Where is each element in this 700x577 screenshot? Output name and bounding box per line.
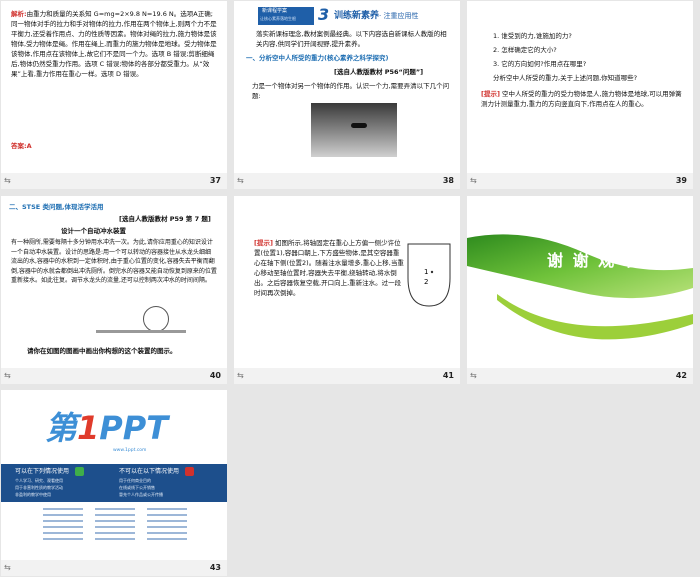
banner-title: 训练新素养: [334, 11, 380, 21]
slide-number: 37: [209, 176, 221, 185]
slide-animation-icon: ⇆: [470, 176, 477, 185]
slide-footer-43: ⇆ 43: [1, 560, 227, 576]
link-list-left: [43, 508, 83, 552]
slide-animation-icon: ⇆: [4, 371, 11, 380]
slide38-section: 一、分析空中人所受的重力(核心素养之科学探究): [246, 54, 389, 62]
check-icon: [75, 467, 85, 476]
can-item: 非盈利的教学中使用: [15, 492, 51, 497]
label-2: 2: [424, 278, 428, 286]
slide-thumb-40[interactable]: 二、STSE 类问题,体现活学活用 [选自人教版教材 P59 第 7 题] 设计…: [1, 196, 227, 384]
slide39-prompt: 分析空中人所受的重力,关于上述问题,你知道哪些?: [493, 74, 638, 82]
answer-value: A: [26, 142, 32, 150]
slide38-source: [选自人教版教材 P56“问题”]: [334, 68, 424, 76]
slide-animation-icon: ⇆: [470, 371, 477, 380]
logo-ppt: PPT: [99, 409, 169, 447]
thanks-text: 谢 谢 观 看: [547, 251, 642, 270]
link-list-right: [147, 508, 187, 552]
slide-thumb-39[interactable]: 1. 谁受到的力,谁施加的力? 2. 怎样确定它的大小? 3. 它的方向如何?作…: [467, 1, 693, 189]
banner-number: 3: [318, 5, 330, 24]
slide40-title: 设计一个自动冲水装置: [61, 227, 126, 235]
slide-number: 39: [675, 176, 687, 185]
skydiver-figure: [351, 123, 367, 128]
slide39-item-1: 1. 谁受到的力,谁施加的力?: [493, 32, 572, 40]
usage-panel: 可以在下列情况使用 个人学习、研究、观看使用 用于非营利性质的教学活动 非盈利的…: [1, 464, 227, 502]
slide-footer-42: ⇆ 42: [467, 368, 693, 384]
logo-di: 第: [45, 409, 78, 447]
slide-footer-40: ⇆ 40: [1, 368, 227, 384]
tip-label: [提示]: [254, 239, 273, 247]
jiexi-label: 解析:: [11, 10, 27, 18]
slide-number: 43: [209, 563, 221, 572]
slide-thumb-37[interactable]: 解析:由重力和质量的关系知 G=mg=2×9.8 N=19.6 N。选项A正确;…: [1, 1, 227, 189]
cannot-title: 不可以在以下情况使用: [119, 468, 180, 475]
slide38-question: 力是一个物体对另一个物体的作用。认识一个力,需要弄清以下几个问题:: [252, 82, 450, 100]
logo-one: 1: [77, 409, 100, 447]
banner-tag: 新课程学案 让核心素养落地生根: [258, 7, 314, 25]
cannot-item: 冒充个人作品或公开传播: [119, 492, 163, 497]
slide40-section: 二、STSE 类问题,体现活学活用: [9, 203, 104, 211]
slide-animation-icon: ⇆: [237, 371, 244, 380]
slide-footer-37: ⇆ 37: [1, 173, 227, 189]
slide39-answer: 空中人所受的重力的受力物体是人,施力物体是地球,可以用弹簧测力计测量重力,重力的…: [481, 90, 682, 108]
logo-1ppt: 第1PPT: [45, 410, 168, 446]
green-swoosh: [467, 234, 693, 340]
can-item: 用于非营利性质的教学活动: [15, 485, 63, 490]
tip-label: [提示]: [481, 90, 500, 98]
banner-tail: · 注重应用性: [379, 12, 419, 20]
slide-animation-icon: ⇆: [4, 176, 11, 185]
slide-number: 42: [675, 371, 687, 380]
link-list-middle: [95, 508, 135, 552]
can-item: 个人学习、研究、观看使用: [15, 478, 63, 483]
logo-url: www.1ppt.com: [113, 448, 147, 453]
container-diagram: 1 2: [407, 243, 451, 307]
slide-thumb-43[interactable]: 第1PPT www.1ppt.com 可以在下列情况使用 个人学习、研究、观看使…: [1, 390, 227, 576]
section-banner: 新课程学案 让核心素养落地生根 3 训练新素养· 注重应用性: [258, 5, 438, 27]
label-1: 1: [424, 268, 428, 276]
slide-thumb-38[interactable]: 新课程学案 让核心素养落地生根 3 训练新素养· 注重应用性 落实新课标理念,教…: [234, 1, 460, 189]
slide-animation-icon: ⇆: [4, 563, 11, 572]
cannot-item: 用于任何商业目的: [119, 478, 151, 483]
faucet-diagram: [143, 306, 169, 332]
answer-label: 答案:: [11, 142, 27, 150]
banner-sub: 让核心素养落地生根: [260, 16, 296, 21]
slide-footer-38: ⇆ 38: [234, 173, 460, 189]
slide40-body: 有一种厕所,需要每隔十多分钟用水冲洗一次。为此,请你应用重心的知识设计一个自动冲…: [11, 239, 217, 284]
slide-footer-39: ⇆ 39: [467, 173, 693, 189]
slide-footer-41: ⇆ 41: [234, 368, 460, 384]
cross-icon: [185, 467, 195, 476]
shelf-line: [96, 330, 186, 333]
slide37-body: 由重力和质量的关系知 G=mg=2×9.8 N=19.6 N。选项A正确;同一物…: [11, 10, 217, 78]
slide38-intro: 落实新课标理念,教材案例最经典。以下内容选自新课标人教版的相关内容,供同学们开阔…: [256, 30, 447, 48]
slide-thumb-42[interactable]: 谢 谢 观 看 ⇆ 42: [467, 196, 693, 384]
slide40-source: [选自人教版教材 P59 第 7 题]: [119, 215, 211, 223]
can-title: 可以在下列情况使用: [15, 468, 70, 475]
slide-number: 38: [442, 176, 454, 185]
slide-number: 40: [209, 371, 221, 380]
slide-thumb-41[interactable]: [提示] 如图所示,将轴固定在重心上方偏一侧少许位置(位置1),容器口朝上,下方…: [234, 196, 460, 384]
slide39-item-3: 3. 它的方向如何?作用点在哪里?: [493, 60, 587, 68]
banner-small: 新课程学案: [262, 8, 288, 14]
slide41-body: 如图所示,将轴固定在重心上方偏一侧少许位置(位置1),容器口朝上,下方盛些物体,…: [254, 239, 404, 297]
skydiver-photo: [311, 103, 397, 157]
slide-animation-icon: ⇆: [237, 176, 244, 185]
slide-number: 41: [442, 371, 454, 380]
cannot-item: 在线或线下公开销售: [119, 485, 155, 490]
slide39-item-2: 2. 怎样确定它的大小?: [493, 46, 557, 54]
slide40-footer: 请你在如图的图画中画出你构想的这个装置的图示。: [27, 347, 177, 355]
